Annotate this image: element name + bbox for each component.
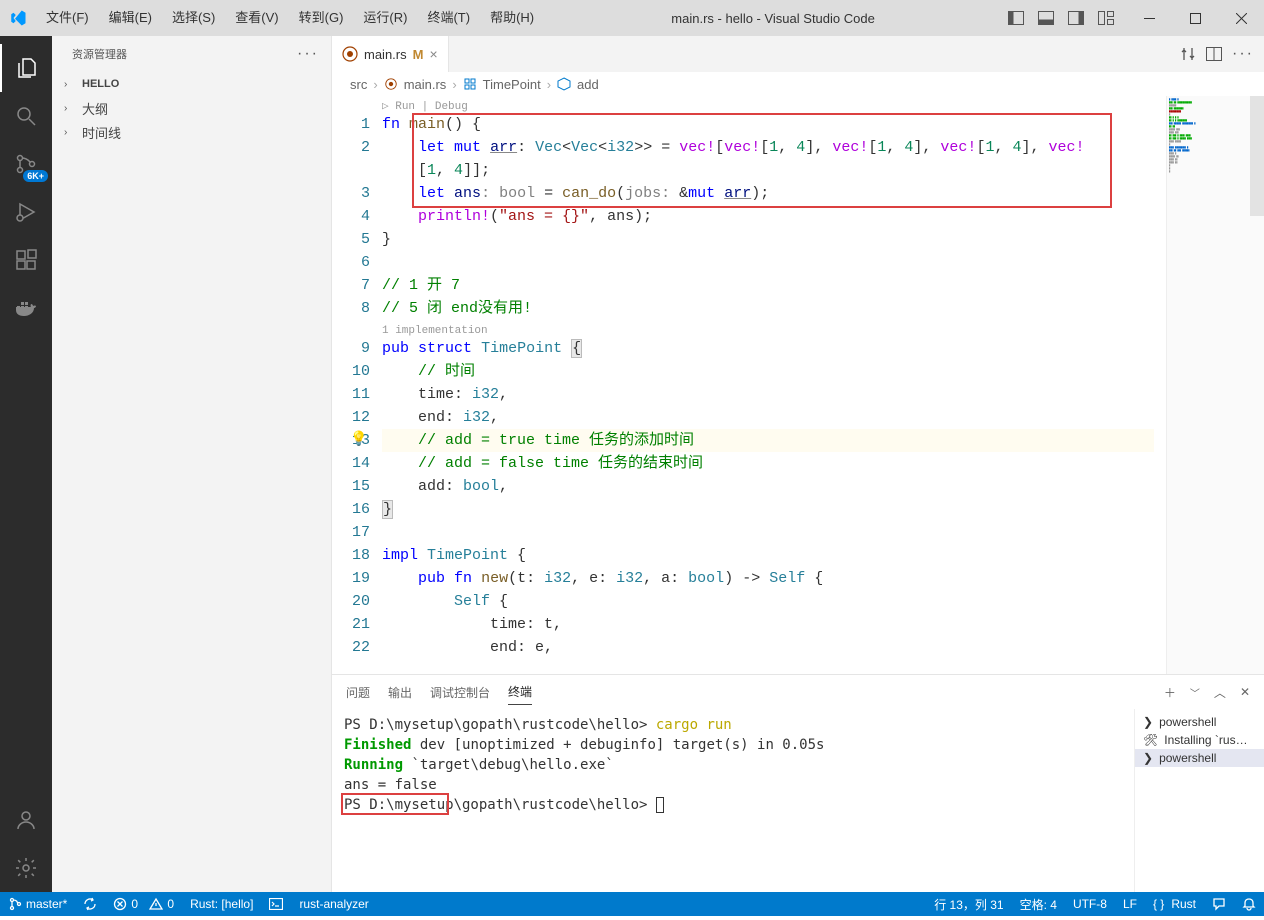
terminal-dropdown-icon[interactable]: ﹀ [1190,685,1200,700]
panel-tab-problems[interactable]: 问题 [346,680,370,705]
status-bell-icon[interactable] [1234,892,1264,916]
status-cursor-pos[interactable]: 行 13，列 31 [926,892,1011,916]
status-bar: master* 0 0 Rust: [hello] rust-analyzer … [0,892,1264,916]
layout-right-icon[interactable] [1062,0,1090,36]
terminal-icon: ❯ [1143,715,1153,729]
panel-tab-output[interactable]: 输出 [388,680,412,705]
editor-area: main.rs M × ··· src› main.rs› TimePoint›… [332,36,1264,892]
status-rust-analyzer[interactable]: rust-analyzer [291,892,376,916]
menu-bar: 文件(F) 编辑(E) 选择(S) 查看(V) 转到(G) 运行(R) 终端(T… [36,0,544,36]
rust-file-icon [384,77,398,91]
status-sync[interactable] [75,892,105,916]
search-icon[interactable] [0,92,52,140]
code-editor[interactable]: 12 345678 910111213141516171819202122 ▷ … [332,96,1264,674]
minimap-slider[interactable] [1250,96,1264,216]
maximize-panel-icon[interactable]: ︿ [1214,684,1226,701]
settings-gear-icon[interactable] [0,844,52,892]
status-indent[interactable]: 空格: 4 [1012,892,1065,916]
status-encoding[interactable]: UTF-8 [1065,892,1115,916]
panel-tab-debug-console[interactable]: 调试控制台 [430,680,490,705]
status-feedback-icon[interactable] [1204,892,1234,916]
sidebar-title: 资源管理器 [72,46,127,62]
folder-hello[interactable]: ›HELLO [52,72,331,96]
term-powershell-1[interactable]: ❯powershell [1135,713,1264,731]
layout-left-icon[interactable] [1002,0,1030,36]
sidebar-more-icon[interactable]: ··· [297,45,319,63]
more-actions-icon[interactable]: ··· [1232,45,1254,63]
layout-custom-icon[interactable] [1092,0,1120,36]
struct-icon [463,77,477,91]
status-eol[interactable]: LF [1115,892,1145,916]
terminal-list: ❯powershell 🛠Installing `rus… ❯powershel… [1134,709,1264,892]
extensions-icon[interactable] [0,236,52,284]
breadcrumb[interactable]: src› main.rs› TimePoint› add [332,72,1264,96]
rust-file-icon [342,46,358,62]
sidebar: 资源管理器 ··· ›HELLO ›大纲 ›时间线 [52,36,332,892]
status-branch[interactable]: master* [0,892,75,916]
menu-view[interactable]: 查看(V) [225,0,288,36]
terminal[interactable]: PS D:\mysetup\gopath\rustcode\hello> car… [332,709,1134,892]
editor-tabs: main.rs M × ··· [332,36,1264,72]
term-task[interactable]: 🛠Installing `rus… [1135,731,1264,749]
status-language[interactable]: { }Rust [1145,892,1204,916]
explorer-icon[interactable] [0,44,52,92]
timeline-section[interactable]: ›时间线 [52,120,331,144]
new-terminal-icon[interactable]: ＋ [1164,684,1176,701]
minimize-button[interactable] [1126,0,1172,36]
tools-icon: 🛠 [1143,733,1158,747]
compare-icon[interactable] [1180,46,1196,62]
vscode-logo-icon [0,9,36,27]
status-terminal-icon[interactable] [261,892,291,916]
lightbulb-icon[interactable]: 💡 [350,429,367,452]
window-title: main.rs - hello - Visual Studio Code [544,11,1002,26]
run-debug-icon[interactable] [0,188,52,236]
minimap[interactable]: █ ████ █ ███ ██ ████████████ ██████ ███ … [1166,96,1264,674]
term-powershell-2[interactable]: ❯powershell [1135,749,1264,767]
maximize-button[interactable] [1172,0,1218,36]
terminal-icon: ❯ [1143,751,1153,765]
codelens-run-debug[interactable]: ▷ Run | Debug [382,96,1154,113]
status-problems[interactable]: 0 0 [105,892,182,916]
split-editor-icon[interactable] [1206,47,1222,61]
bottom-panel: 问题 输出 调试控制台 终端 ＋ ﹀ ︿ ✕ PS D:\mysetup\gop… [332,674,1264,892]
tab-modified: M [413,47,424,62]
menu-selection[interactable]: 选择(S) [162,0,225,36]
menu-file[interactable]: 文件(F) [36,0,99,36]
codelens-implementations[interactable]: 1 implementation [382,320,1154,337]
tab-close-icon[interactable]: × [429,46,437,62]
tab-label: main.rs [364,47,407,62]
menu-go[interactable]: 转到(G) [289,0,354,36]
status-rust-project[interactable]: Rust: [hello] [182,892,261,916]
titlebar: 文件(F) 编辑(E) 选择(S) 查看(V) 转到(G) 运行(R) 终端(T… [0,0,1264,36]
activity-bar: 6K+ [0,36,52,892]
scm-icon[interactable]: 6K+ [0,140,52,188]
docker-icon[interactable] [0,284,52,332]
tab-main-rs[interactable]: main.rs M × [332,36,449,72]
close-button[interactable] [1218,0,1264,36]
menu-run[interactable]: 运行(R) [353,0,417,36]
field-icon [557,77,571,91]
account-icon[interactable] [0,796,52,844]
line-gutter: 12 345678 910111213141516171819202122 [332,96,382,674]
layout-bottom-icon[interactable] [1032,0,1060,36]
close-panel-icon[interactable]: ✕ [1240,685,1250,699]
panel-tab-terminal[interactable]: 终端 [508,679,532,705]
scm-badge: 6K+ [23,170,48,182]
menu-edit[interactable]: 编辑(E) [99,0,162,36]
outline-section[interactable]: ›大纲 [52,96,331,120]
menu-terminal[interactable]: 终端(T) [417,0,480,36]
menu-help[interactable]: 帮助(H) [480,0,544,36]
